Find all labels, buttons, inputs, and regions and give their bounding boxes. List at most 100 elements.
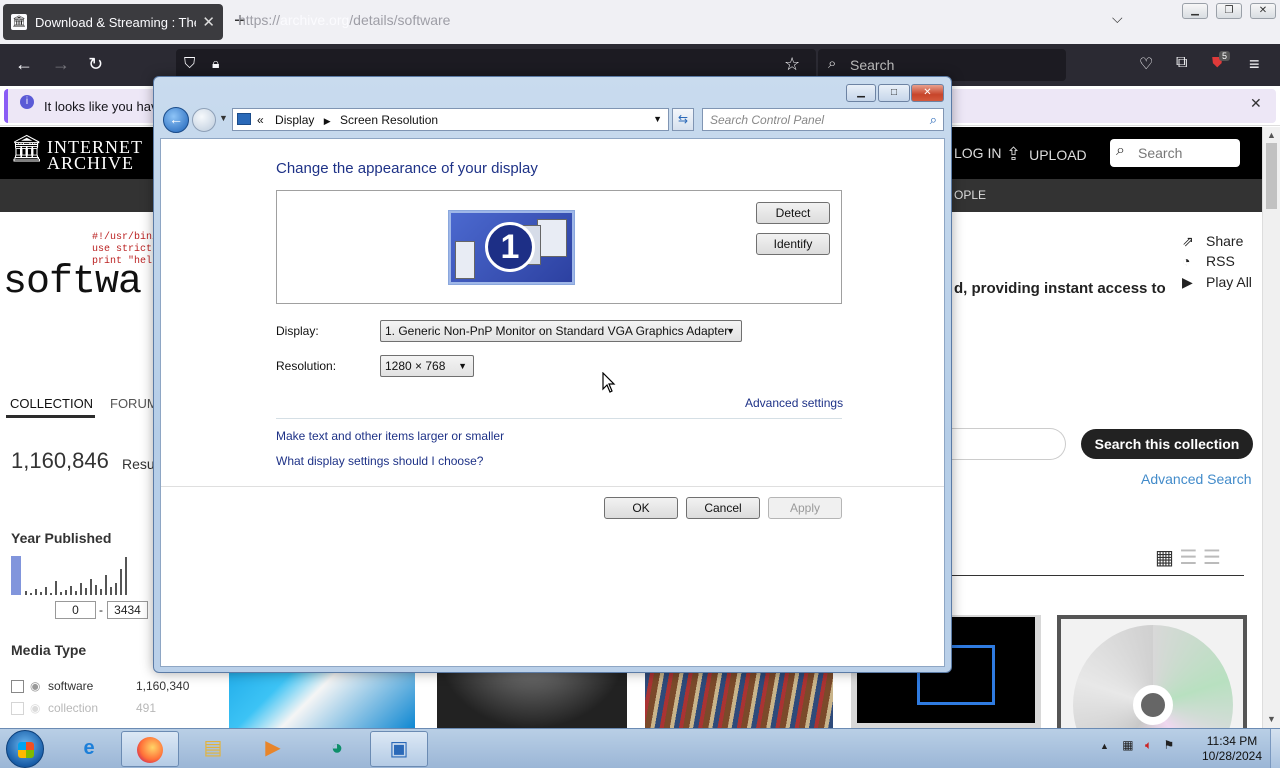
page-scrollbar[interactable]: ▲ ▼ [1262,127,1280,728]
media-type-heading: Media Type [11,642,87,658]
result-thumbnail[interactable] [1057,615,1247,729]
advanced-settings-link[interactable]: Advanced settings [745,396,843,410]
archive-search-input[interactable]: ⌕ Search [1110,139,1240,167]
archive-favicon-icon: 🏛 [11,14,27,30]
year-to-input[interactable]: 3434 [107,601,148,619]
display-settings-help-link[interactable]: What display settings should I choose? [276,454,483,468]
firefox-icon[interactable] [121,731,179,767]
back-arrow-icon[interactable]: ← [15,54,33,75]
scroll-down-icon[interactable]: ▼ [1267,714,1276,724]
bookmark-star-icon[interactable]: ☆ [784,54,800,75]
histogram-bar [25,591,27,595]
browser-tab-archive[interactable]: 🏛 Download & Streaming : The Internet Ar… [3,4,223,40]
action-center-flag-icon[interactable]: ⚑ [1164,738,1175,752]
file-explorer-icon[interactable]: ▤ [184,731,242,767]
identify-button[interactable]: Identify [756,233,830,255]
window-close-button[interactable]: ✕ [911,84,944,102]
apply-button[interactable]: Apply [768,497,842,519]
browser-close-button[interactable]: ✕ [1250,3,1276,19]
breadcrumb-arrow-icon[interactable]: ▶ [324,116,331,126]
facet-checkbox[interactable] [11,680,24,694]
control-panel-taskbar-icon[interactable]: ▣ [370,731,428,767]
breadcrumb-display[interactable]: Display [275,113,314,127]
scroll-up-icon[interactable]: ▲ [1267,130,1276,140]
url-text[interactable]: https://archive.org/details/software [238,12,450,28]
window-minimize-button[interactable]: ▁ [846,84,876,102]
play-all-link[interactable]: ▶ Play All [1182,274,1252,291]
facet-software[interactable]: ◉ software 1,160,340 [11,679,191,694]
monitor-1-preview[interactable]: 1 [448,210,575,285]
detect-button[interactable]: Detect [756,202,830,224]
results-label: Resu [122,456,155,472]
reload-icon[interactable]: ↻ [88,54,103,75]
share-icon: ⇗ [1182,233,1194,249]
show-desktop-button[interactable] [1270,729,1280,768]
cancel-button[interactable]: Cancel [686,497,760,519]
eye-icon[interactable]: ◉ [30,701,44,715]
text-size-link[interactable]: Make text and other items larger or smal… [276,429,504,443]
lock-icon[interactable]: 🔒︎ [212,55,219,72]
browser-restore-button[interactable]: ❐ [1216,3,1242,19]
upload-link[interactable]: ⇪ UPLOAD [1006,144,1087,165]
app-menu-hamburger-icon[interactable]: ≡ [1249,54,1260,75]
collection-search-input[interactable] [952,428,1066,460]
forward-button[interactable] [192,108,216,132]
chevron-down-icon: ▼ [726,326,735,336]
rss-link[interactable]: ◔ RSS [1182,253,1235,269]
start-button[interactable] [6,730,44,768]
ok-button[interactable]: OK [604,497,678,519]
advanced-search-link[interactable]: Advanced Search [1141,471,1252,487]
taskbar-clock[interactable]: 11:34 PM 10/28/2024 [1196,734,1268,764]
close-tab-icon[interactable]: ✕ [202,13,215,31]
pocket-icon[interactable]: ♡ [1139,54,1153,74]
window-maximize-button[interactable]: □ [878,84,910,102]
volume-muted-icon[interactable]: 🔈︎ [1145,738,1152,752]
facet-checkbox[interactable] [11,702,24,716]
histogram-bar [95,585,97,595]
list-all-tabs-chevron-icon[interactable]: ⌵ [1112,10,1123,27]
breadcrumb-overflow[interactable]: « [257,113,264,127]
share-link[interactable]: ⇗ Share [1182,233,1243,250]
recent-pages-dropdown-icon[interactable]: ▼ [219,113,228,123]
subnav-people-link[interactable]: OPLE [954,188,986,202]
list-view-icon[interactable]: ☰ [1179,547,1197,569]
tab-forum[interactable]: FORUM [110,396,158,411]
collection-description: d, providing instant access to [954,280,1166,297]
year-histogram[interactable] [11,556,153,595]
show-hidden-icons-icon[interactable]: ▲ [1100,741,1109,751]
extension-badge: 5 [1219,51,1231,61]
extensions-puzzle-icon[interactable]: ⧉ [1176,54,1187,72]
view-toggle-icons: ▦ ☰ ☰ [1155,545,1221,570]
histogram-selection[interactable] [11,556,21,595]
search-control-panel-input[interactable]: Search Control Panel ⌕ [702,108,944,131]
monitor-number-badge: 1 [485,222,535,272]
histogram-bar [125,557,127,595]
search-collection-button[interactable]: Search this collection [1081,429,1253,459]
network-icon[interactable]: ▦ [1122,738,1133,752]
address-bar[interactable]: « Display ▶ Screen Resolution ▼ [232,108,669,131]
eye-icon[interactable]: ◉ [30,679,44,693]
rss-icon: ◔ [1182,253,1191,269]
breadcrumb-screen-resolution[interactable]: Screen Resolution [340,113,438,127]
display-select[interactable]: 1. Generic Non-PnP Monitor on Standard V… [380,320,742,342]
page-heading: Change the appearance of your display [276,160,538,177]
clock-time: 11:34 PM [1206,734,1258,748]
media-player-icon[interactable]: ▶ [244,731,302,767]
year-from-input[interactable]: 0 [55,601,96,619]
tracking-shield-icon[interactable]: ⛉ [184,55,195,72]
facet-collection[interactable]: ◉ collection 491 [11,701,191,716]
resolution-select[interactable]: 1280 × 768 ▼ [380,355,474,377]
back-button[interactable]: ← [163,107,189,133]
tile-view-icon[interactable]: ▦ [1155,547,1174,569]
forward-arrow-icon[interactable]: → [52,54,70,75]
browser-minimize-button[interactable]: ▁ [1182,3,1208,19]
login-link[interactable]: LOG IN [954,145,1001,161]
internet-explorer-icon[interactable]: e [60,731,118,767]
compact-view-icon[interactable]: ☰ [1203,547,1221,569]
scrollbar-thumb[interactable] [1266,143,1277,209]
close-notification-icon[interactable]: ✕ [1250,95,1262,112]
app-globe-icon[interactable]: ◕ [308,731,366,767]
address-dropdown-icon[interactable]: ▼ [653,114,662,124]
refresh-button[interactable]: ⇆ [672,108,694,131]
tab-collection[interactable]: COLLECTION [10,396,93,411]
